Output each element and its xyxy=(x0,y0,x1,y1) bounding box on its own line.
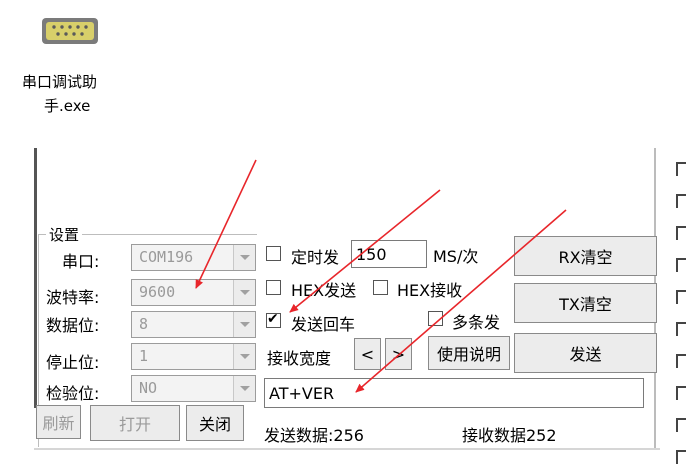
strip-checkbox[interactable] xyxy=(676,354,686,368)
hex-send-checkbox[interactable] xyxy=(266,280,281,295)
chevron-down-icon[interactable] xyxy=(233,280,255,305)
desktop-icon-label[interactable]: 串口调试助 手.exe xyxy=(22,70,142,118)
interval-input[interactable]: 150 xyxy=(351,240,427,268)
rx-clear-button[interactable]: RX清空 xyxy=(514,236,657,276)
strip-checkbox[interactable] xyxy=(676,386,686,400)
multi-send-checkbox[interactable] xyxy=(428,311,443,326)
strip-checkbox[interactable] xyxy=(676,290,686,304)
window-left-border xyxy=(34,148,37,408)
received-count: 接收数据252 xyxy=(462,426,557,445)
icon-label-line2: 手.exe xyxy=(44,97,91,115)
port-select[interactable]: COM196 xyxy=(131,244,256,271)
strip-checkbox[interactable] xyxy=(676,322,686,336)
window-bottom-border xyxy=(34,448,664,450)
baud-label: 波特率: xyxy=(46,288,100,307)
hex-receive-checkbox[interactable] xyxy=(373,280,388,295)
receive-width-label: 接收宽度 xyxy=(267,349,332,368)
send-text-input[interactable]: AT+VER xyxy=(264,378,644,408)
open-button[interactable]: 打开 xyxy=(90,405,180,441)
parity-value: NO xyxy=(139,379,158,397)
strip-checkbox[interactable] xyxy=(676,450,686,464)
port-value: COM196 xyxy=(139,248,194,266)
serial-port-icon[interactable] xyxy=(40,14,100,48)
settings-title: 设置 xyxy=(46,224,83,245)
width-decrease-button[interactable]: < xyxy=(354,338,381,370)
refresh-button[interactable]: 刷新 xyxy=(36,405,81,439)
receive-text-area[interactable] xyxy=(37,148,655,220)
chevron-down-icon[interactable] xyxy=(233,312,255,337)
interval-unit: MS/次 xyxy=(433,247,479,266)
strip-checkbox[interactable] xyxy=(676,226,686,240)
chevron-down-icon[interactable] xyxy=(233,376,255,401)
port-label: 串口: xyxy=(62,252,100,271)
strip-checkbox[interactable] xyxy=(676,194,686,208)
close-button[interactable]: 关闭 xyxy=(186,405,244,441)
data-bits-value: 8 xyxy=(139,315,149,333)
baud-select[interactable]: 9600 xyxy=(131,279,256,306)
right-panel-strip xyxy=(660,148,695,468)
strip-checkbox[interactable] xyxy=(676,162,686,176)
send-crlf-checkbox[interactable] xyxy=(266,311,281,328)
help-button[interactable]: 使用说明 xyxy=(428,336,510,370)
data-bits-label: 数据位: xyxy=(46,316,100,335)
baud-value: 9600 xyxy=(139,283,176,301)
send-button[interactable]: 发送 xyxy=(514,333,657,373)
width-increase-button[interactable]: > xyxy=(385,338,412,370)
send-crlf-label: 发送回车 xyxy=(291,315,356,334)
icon-label-line1: 串口调试助 xyxy=(22,73,98,91)
sent-count: 发送数据:256 xyxy=(264,426,364,445)
parity-label: 检验位: xyxy=(46,384,100,403)
multi-send-label: 多条发 xyxy=(452,313,501,332)
data-bits-select[interactable]: 8 xyxy=(131,311,256,338)
timed-send-label: 定时发 xyxy=(291,248,340,267)
chevron-down-icon[interactable] xyxy=(233,344,255,369)
hex-send-label: HEX发送 xyxy=(291,281,357,300)
chevron-down-icon[interactable] xyxy=(233,245,255,270)
stop-bits-select[interactable]: 1 xyxy=(131,343,256,370)
timed-send-checkbox[interactable] xyxy=(266,246,281,261)
tx-clear-button[interactable]: TX清空 xyxy=(514,283,657,323)
stop-bits-label: 停止位: xyxy=(46,353,100,372)
stop-bits-value: 1 xyxy=(139,347,149,365)
strip-checkbox[interactable] xyxy=(676,418,686,432)
parity-select[interactable]: NO xyxy=(131,375,256,402)
hex-receive-label: HEX接收 xyxy=(397,281,463,300)
strip-checkbox[interactable] xyxy=(676,258,686,272)
